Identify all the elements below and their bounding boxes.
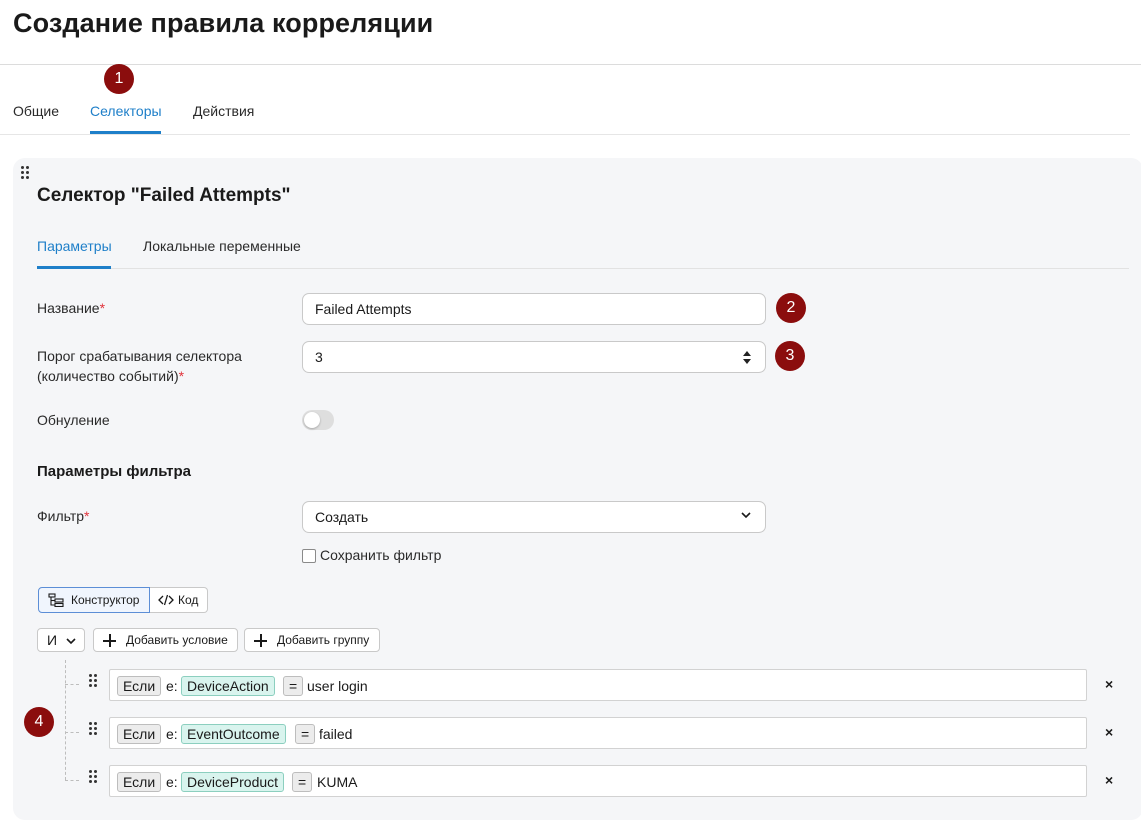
save-filter-checkbox[interactable] xyxy=(302,549,316,563)
threshold-label: Порог срабатывания селектора (количество… xyxy=(37,348,242,384)
title-divider xyxy=(0,64,1141,65)
condition-prefix: e: xyxy=(166,726,178,742)
constructor-icon xyxy=(48,593,64,607)
condition-if-chip: Если xyxy=(117,772,162,792)
condition-prefix: e: xyxy=(166,774,178,790)
filter-section-title: Параметры фильтра xyxy=(37,463,191,480)
marker-4: 4 xyxy=(24,707,54,737)
page-title: Создание правила корреляции xyxy=(13,8,434,38)
condition-field-chip[interactable]: DeviceProduct xyxy=(181,772,285,792)
condition-prefix: e: xyxy=(166,678,178,694)
tab-selectors[interactable]: Селекторы xyxy=(90,103,162,119)
remove-condition-close-icon[interactable]: × xyxy=(1105,772,1113,788)
remove-condition-close-icon[interactable]: × xyxy=(1105,676,1113,692)
spinner-icon[interactable] xyxy=(743,351,751,365)
mode-code-button[interactable]: Код xyxy=(150,587,208,613)
drag-handle-icon[interactable] xyxy=(21,166,31,180)
plus-icon xyxy=(103,634,116,647)
marker-1: 1 xyxy=(104,64,134,94)
tree-connector xyxy=(65,732,79,733)
condition-operator-chip[interactable]: = xyxy=(295,724,316,744)
threshold-input[interactable]: 3 xyxy=(302,341,766,373)
toggle-knob xyxy=(304,412,320,428)
condition-field-chip[interactable]: EventOutcome xyxy=(181,724,286,744)
logic-operator-select[interactable]: И xyxy=(37,628,85,652)
remove-condition-close-icon[interactable]: × xyxy=(1105,724,1113,740)
tree-connector xyxy=(65,780,79,781)
save-filter-label: Сохранить фильтр xyxy=(320,547,442,563)
condition-if-chip: Если xyxy=(117,724,162,744)
condition-field-chip[interactable]: DeviceAction xyxy=(181,676,275,696)
name-label: Название* xyxy=(37,300,106,316)
filter-select-value: Создать xyxy=(315,509,369,525)
condition-row[interactable]: Если e: DeviceAction = user login xyxy=(109,669,1087,701)
drag-handle-icon[interactable] xyxy=(89,722,97,736)
add-condition-button[interactable]: Добавить условие xyxy=(93,628,238,652)
tab-parameters[interactable]: Параметры xyxy=(37,238,112,254)
chevron-down-icon xyxy=(741,512,751,519)
tab-local-variables[interactable]: Локальные переменные xyxy=(143,238,301,254)
active-sub-tab-underline xyxy=(37,266,111,269)
condition-value[interactable]: failed xyxy=(319,724,352,744)
mode-constructor-button[interactable]: Конструктор xyxy=(38,587,150,613)
condition-value[interactable]: KUMA xyxy=(317,772,357,792)
marker-3: 3 xyxy=(775,341,805,371)
reset-label: Обнуление xyxy=(37,412,110,428)
condition-row[interactable]: Если e: EventOutcome = failed xyxy=(109,717,1087,749)
plus-icon xyxy=(254,634,267,647)
filter-label: Фильтр* xyxy=(37,508,90,524)
condition-if-chip: Если xyxy=(117,676,162,696)
tree-connector xyxy=(65,684,79,685)
condition-operator-chip[interactable]: = xyxy=(283,676,304,696)
condition-value[interactable]: user login xyxy=(307,676,368,696)
tab-actions[interactable]: Действия xyxy=(193,103,254,119)
add-group-button[interactable]: Добавить группу xyxy=(244,628,380,652)
tree-connector xyxy=(65,660,66,780)
filter-select[interactable]: Создать xyxy=(302,501,766,533)
selector-panel: Селектор "Failed Attempts" Параметры Лок… xyxy=(13,158,1141,820)
selector-sub-tabs: Параметры Локальные переменные xyxy=(37,236,1129,269)
marker-2: 2 xyxy=(776,293,806,323)
name-input[interactable]: Failed Attempts xyxy=(302,293,766,325)
reset-toggle[interactable] xyxy=(302,410,334,430)
drag-handle-icon[interactable] xyxy=(89,770,97,784)
threshold-value: 3 xyxy=(315,349,323,365)
main-tabs: Общие Селекторы Действия xyxy=(0,90,1130,135)
chevron-down-icon xyxy=(66,638,76,645)
drag-handle-icon[interactable] xyxy=(89,674,97,688)
condition-operator-chip[interactable]: = xyxy=(292,772,313,792)
tab-general[interactable]: Общие xyxy=(13,103,59,119)
selector-title: Селектор "Failed Attempts" xyxy=(37,185,291,206)
active-tab-underline xyxy=(90,131,161,134)
code-icon xyxy=(158,594,174,606)
condition-row[interactable]: Если e: DeviceProduct = KUMA xyxy=(109,765,1087,797)
